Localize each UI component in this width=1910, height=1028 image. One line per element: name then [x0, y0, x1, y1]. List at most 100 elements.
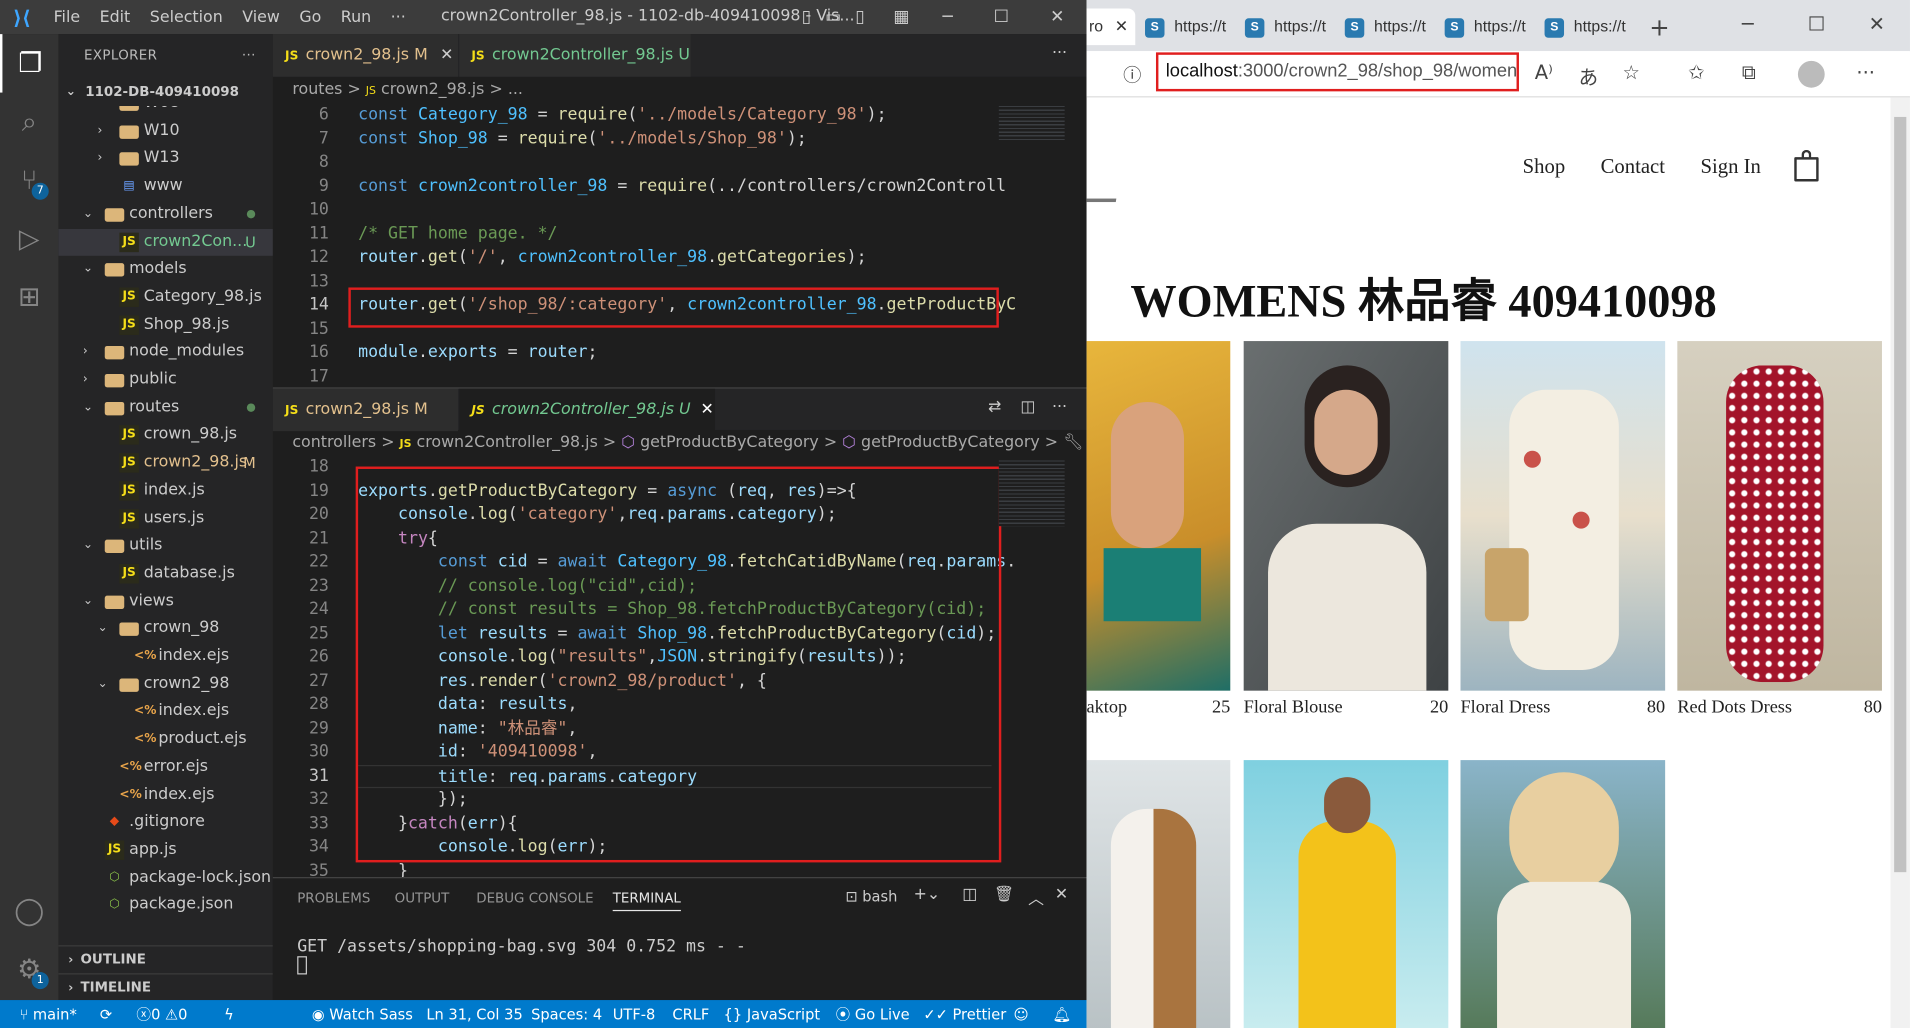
- nav-sign-in[interactable]: Sign In: [1700, 155, 1760, 179]
- close-icon[interactable]: ✕: [1045, 5, 1069, 29]
- shopping-bag-icon[interactable]: [1794, 149, 1819, 182]
- tree-item[interactable]: JS database.js: [58, 560, 272, 587]
- source-control-icon[interactable]: ⑂ 7: [0, 151, 58, 209]
- maximize-panel-icon[interactable]: ︿: [1028, 886, 1044, 908]
- tree-item[interactable]: JS app.js: [58, 837, 272, 864]
- extensions-icon[interactable]: ⊞: [0, 268, 58, 326]
- editor1-more-icon[interactable]: ···: [1052, 44, 1067, 62]
- tree-item[interactable]: <% error.ejs: [58, 754, 272, 781]
- browser-tab-2[interactable]: Shttps://t: [1145, 9, 1226, 46]
- crumb-method[interactable]: getProductByCategory: [861, 434, 1040, 452]
- tree-item[interactable]: <% product.ejs: [58, 726, 272, 753]
- tab-output[interactable]: OUTPUT: [395, 890, 450, 906]
- browser-tab-5[interactable]: Shttps://t: [1444, 9, 1526, 46]
- tree-item[interactable]: JS crown2_98.js M: [58, 450, 272, 477]
- tree-item[interactable]: JS Category_98.js: [58, 284, 272, 311]
- workspace-root[interactable]: ⌄ 1102-DB-409410098: [58, 79, 272, 106]
- tree-item[interactable]: ⌄ crown2_98: [58, 671, 272, 698]
- tree-item[interactable]: JS crown_98.js: [58, 422, 272, 449]
- product-image-croptop[interactable]: [1086, 341, 1231, 691]
- nav-shop[interactable]: Shop: [1523, 155, 1566, 179]
- notifications-icon[interactable]: 🔔︎: [1052, 1000, 1071, 1028]
- tree-item[interactable]: ⌄ controllers ●: [58, 201, 272, 228]
- outline-section[interactable]: › OUTLINE: [58, 945, 273, 972]
- tree-item[interactable]: › W08: [58, 105, 272, 117]
- browser-tab-active[interactable]: ro ✕: [1086, 8, 1136, 46]
- timeline-section[interactable]: › TIMELINE: [58, 973, 273, 1000]
- tree-item[interactable]: <% index.ejs: [58, 643, 272, 670]
- crumb-more[interactable]: ...: [508, 80, 523, 98]
- product-image-row2-3[interactable]: [1460, 760, 1666, 1028]
- maximize-icon[interactable]: ☐: [1808, 12, 1825, 35]
- tree-item[interactable]: <% index.ejs: [58, 781, 272, 808]
- product-image-red-dots-dress[interactable]: [1677, 341, 1882, 691]
- profile-avatar[interactable]: [1797, 60, 1825, 88]
- toggle-secondary-icon[interactable]: ▯: [848, 5, 872, 29]
- tree-item[interactable]: ⌄ routes ●: [58, 394, 272, 421]
- new-tab-icon[interactable]: +: [1649, 12, 1669, 41]
- menu-view[interactable]: View: [233, 8, 290, 26]
- info-icon[interactable]: ⓘ: [1123, 62, 1141, 88]
- problems-indicator[interactable]: ⓧ0 ⚠0: [136, 1000, 187, 1028]
- menu-run[interactable]: Run: [331, 8, 381, 26]
- split-editor-icon[interactable]: ◫: [1020, 398, 1035, 416]
- indentation[interactable]: Spaces: 4: [531, 1000, 602, 1028]
- tree-item[interactable]: JS Shop_98.js: [58, 311, 272, 338]
- url-input[interactable]: localhost:3000/crown2_98/shop_98/womens: [1155, 52, 1519, 92]
- editor1-code[interactable]: 6 const Category_98 = require('../models/…: [273, 104, 1087, 389]
- tree-item[interactable]: ⌄ crown_98: [58, 616, 272, 643]
- read-aloud-icon[interactable]: A⁾: [1535, 61, 1553, 84]
- tab-close-icon[interactable]: ✕: [1115, 17, 1128, 35]
- tree-item[interactable]: ⌄ utils: [58, 533, 272, 560]
- browser-tab-3[interactable]: Shttps://t: [1244, 9, 1326, 46]
- tab-crown2-98[interactable]: JS crown2_98.js M ✕: [272, 34, 459, 77]
- tab-problems[interactable]: PROBLEMS: [297, 890, 370, 906]
- tree-item[interactable]: › public: [58, 367, 272, 394]
- browser-tab-6[interactable]: Shttps://t: [1544, 9, 1626, 46]
- close-panel-icon[interactable]: ✕: [1055, 886, 1068, 904]
- crown-logo-icon[interactable]: [1086, 153, 1124, 203]
- explorer-more-button[interactable]: ···: [242, 34, 256, 77]
- tree-item[interactable]: › node_modules: [58, 339, 272, 366]
- tree-item[interactable]: ⌄ models: [58, 256, 272, 283]
- tab-crown2-98[interactable]: JS crown2_98.js M: [272, 388, 459, 432]
- tab-close-icon[interactable]: ✕: [440, 46, 453, 64]
- encoding[interactable]: UTF-8: [613, 1000, 656, 1028]
- tab-crown2controller-98[interactable]: JS crown2Controller_98.js U: [459, 34, 691, 77]
- tree-item[interactable]: ◆ .gitignore: [58, 809, 272, 836]
- branch-indicator[interactable]: ⑂ main*: [19, 1000, 76, 1028]
- menu-file[interactable]: File: [44, 8, 90, 26]
- new-terminal-icon[interactable]: +⌄: [914, 886, 941, 904]
- favorites-icon[interactable]: ✩: [1688, 61, 1704, 84]
- terminal-shell-selector[interactable]: ⊡ bash: [845, 888, 897, 905]
- watch-sass-button[interactable]: ◉ Watch Sass: [312, 1000, 413, 1028]
- scrollbar-thumb[interactable]: [1894, 116, 1907, 873]
- search-icon[interactable]: ⌕: [0, 93, 58, 151]
- feedback-icon[interactable]: ☺: [1013, 1000, 1028, 1028]
- tree-item[interactable]: ⬡ package-lock.json: [58, 864, 272, 891]
- editor2-more-icon[interactable]: ···: [1052, 398, 1067, 416]
- end-of-line[interactable]: CRLF: [672, 1000, 709, 1028]
- menu-more[interactable]: ···: [381, 8, 416, 26]
- tree-item[interactable]: ⬡ package.json: [58, 892, 272, 917]
- lightning-icon[interactable]: ϟ: [224, 1000, 234, 1028]
- product-image-row2-1[interactable]: [1086, 760, 1231, 1028]
- browser-tab-4[interactable]: Shttps://t: [1344, 9, 1426, 46]
- crumb-file[interactable]: crown2_98.js: [381, 80, 484, 98]
- editor1-minimap[interactable]: [998, 103, 1065, 141]
- tab-terminal[interactable]: TERMINAL: [612, 890, 681, 912]
- cursor-position[interactable]: Ln 31, Col 35: [426, 1000, 522, 1028]
- product-image-floral-blouse[interactable]: [1243, 341, 1449, 691]
- sync-icon[interactable]: ⟳: [100, 1000, 112, 1028]
- split-terminal-icon[interactable]: ◫: [962, 886, 977, 904]
- layout-icon[interactable]: ▦: [889, 5, 913, 29]
- browser-menu-icon[interactable]: ···: [1856, 61, 1875, 84]
- tree-item[interactable]: ⌄ views: [58, 588, 272, 615]
- menu-selection[interactable]: Selection: [140, 8, 232, 26]
- explorer-icon[interactable]: ❐: [0, 34, 58, 93]
- menu-edit[interactable]: Edit: [90, 8, 140, 26]
- trash-icon[interactable]: 🗑︎: [994, 886, 1014, 904]
- language-mode[interactable]: {} JavaScript: [724, 1000, 821, 1028]
- minimize-icon[interactable]: ─: [1742, 12, 1754, 35]
- tree-item[interactable]: JS index.js: [58, 477, 272, 504]
